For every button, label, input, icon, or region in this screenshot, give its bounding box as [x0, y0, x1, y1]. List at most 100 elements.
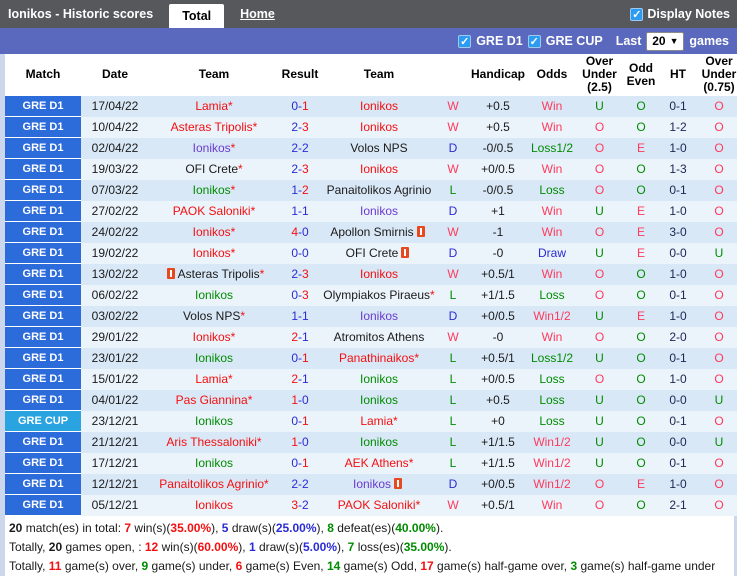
away-team-name[interactable]: Ionikos: [360, 120, 398, 134]
result-letter: L: [449, 456, 457, 471]
table-row: GRE D1 19/03/22 OFI Crete* 2-3 Ionikos W +0/0.…: [5, 158, 737, 181]
gre-cup-checkbox[interactable]: ✓: [527, 34, 541, 48]
table-row: GRE D1 03/02/22 Volos NPS* 1-1 Ionikos D +0/0.…: [5, 305, 737, 328]
home-team-cell: Volos NPS*: [149, 306, 279, 327]
away-team-name[interactable]: Ionikos: [360, 372, 398, 386]
away-team-name[interactable]: OFI Crete: [346, 246, 399, 260]
home-team-name[interactable]: Ionikos: [193, 330, 231, 344]
half-time-score: 0-0: [669, 393, 687, 408]
home-star: *: [238, 162, 243, 177]
home-team-cell: Asteras Tripolis*: [149, 264, 279, 285]
tab-total[interactable]: Total: [169, 4, 225, 28]
odds-result: Win: [541, 162, 563, 177]
display-notes-checkbox[interactable]: ✓: [630, 7, 644, 21]
away-team-name[interactable]: Ionikos: [360, 309, 398, 323]
home-team-cell: Ionikos*: [149, 327, 279, 348]
handicap-value: -1: [492, 225, 504, 240]
competition-badge: GRE CUP: [5, 410, 81, 433]
odd-even: O: [636, 99, 646, 114]
match-date: 05/12/21: [91, 498, 139, 513]
half-time-score: 0-0: [669, 435, 687, 450]
odd-even: E: [636, 477, 645, 492]
home-team-name[interactable]: OFI Crete: [185, 162, 238, 176]
match-date: 29/01/22: [91, 330, 139, 345]
away-team-name[interactable]: AEK Athens: [345, 456, 409, 470]
home-team-name[interactable]: Ionikos: [193, 225, 231, 239]
home-team-name[interactable]: Ionikos: [195, 414, 233, 428]
competition-badge: GRE D1: [5, 452, 81, 475]
home-team-name[interactable]: Ionikos: [193, 183, 231, 197]
home-team-name[interactable]: Ionikos: [193, 141, 231, 155]
away-team-name[interactable]: Atromitos Athens: [334, 330, 425, 344]
home-team-name[interactable]: Asteras Tripolis: [171, 120, 253, 134]
away-team-name[interactable]: Ionikos: [360, 99, 398, 113]
away-team-cell: Lamia*: [321, 411, 437, 432]
home-team-name[interactable]: Lamia: [195, 99, 228, 113]
home-team-name[interactable]: Ionikos: [195, 498, 233, 512]
home-team-name[interactable]: Lamia: [195, 372, 228, 386]
handicap-value: +0: [491, 414, 505, 429]
away-team-name[interactable]: Ionikos: [360, 162, 398, 176]
over-under-075: O: [714, 498, 724, 513]
display-notes-group: ✓ Display Notes: [630, 7, 730, 21]
home-team-name[interactable]: Ionikos: [193, 246, 231, 260]
match-date: 10/04/22: [91, 120, 139, 135]
odd-even: O: [636, 267, 646, 282]
gre-d1-checkbox[interactable]: ✓: [458, 34, 472, 48]
over-under-075: O: [714, 477, 724, 492]
away-team-name[interactable]: Lamia: [360, 414, 393, 428]
home-team-name[interactable]: Aris Thessaloniki: [166, 435, 256, 449]
away-team-name[interactable]: Apollon Smirnis: [330, 225, 413, 239]
odd-even: O: [636, 372, 646, 387]
match-date: 07/03/22: [91, 183, 139, 198]
half-time-score: 1-0: [669, 267, 687, 282]
over-under-075: U: [714, 246, 724, 261]
home-star: *: [230, 141, 236, 156]
tab-home[interactable]: Home: [240, 7, 275, 21]
away-team-name[interactable]: Panaitolikos Agrinio: [327, 183, 432, 197]
last-label: Last: [615, 34, 642, 48]
home-score: 0: [291, 99, 298, 114]
away-team-name[interactable]: Olympiakos Piraeus: [323, 288, 430, 302]
away-team-name[interactable]: Ionikos: [353, 477, 391, 491]
column-header-handicap: Handicap: [469, 54, 527, 96]
away-team-name[interactable]: Volos NPS: [350, 141, 407, 155]
over-under-075: O: [714, 351, 724, 366]
home-star: *: [230, 330, 236, 345]
away-team-cell: Ionikos: [321, 201, 437, 222]
last-games-select[interactable]: 20 ▼: [646, 31, 685, 51]
away-team-name[interactable]: Panathinaikos: [339, 351, 414, 365]
away-score: 1: [302, 351, 309, 366]
home-star: *: [264, 477, 269, 492]
half-time-score: 1-2: [669, 120, 687, 135]
summary-segment: ),: [316, 521, 328, 536]
home-team-name[interactable]: Asteras Tripolis: [178, 267, 260, 281]
away-team-cell: Ionikos: [321, 117, 437, 138]
away-team-name[interactable]: Ionikos: [360, 267, 398, 281]
result-score: 0-0: [279, 243, 321, 264]
home-team-name[interactable]: Panaitolikos Agrinio: [159, 477, 264, 491]
summary-segment: 17: [420, 559, 434, 574]
handicap-value: -0: [492, 246, 504, 261]
result-letter: D: [448, 246, 458, 261]
home-team-name[interactable]: PAOK Saloniki: [173, 204, 251, 218]
home-team-name[interactable]: Pas Giannina: [176, 393, 248, 407]
away-team-name[interactable]: PAOK Saloniki: [338, 498, 416, 512]
column-header-date: Date: [81, 54, 149, 96]
home-team-name[interactable]: Ionikos: [195, 456, 233, 470]
table-row: GRE D1 06/02/22 Ionikos 0-3 Olympiakos Pirae…: [5, 284, 737, 307]
away-team-cell: Ionikos: [321, 432, 437, 453]
handicap-value: -0: [492, 330, 504, 345]
away-team-cell: Olympiakos Piraeus*: [321, 285, 437, 306]
table-row: GRE D1 13/02/22 Asteras Tripolis* 2-3 Ioniko…: [5, 263, 737, 286]
summary-line-1: 20 match(es) in total: 7 win(s)(35.00%),…: [9, 519, 732, 538]
home-team-cell: Ionikos: [149, 348, 279, 369]
home-team-name[interactable]: Ionikos: [195, 351, 233, 365]
away-team-name[interactable]: Ionikos: [360, 204, 398, 218]
home-team-name[interactable]: Volos NPS: [183, 309, 240, 323]
away-team-cell: Volos NPS: [321, 138, 437, 159]
away-team-name[interactable]: Ionikos: [360, 393, 398, 407]
home-team-name[interactable]: Ionikos: [195, 288, 233, 302]
home-team-cell: Pas Giannina*: [149, 390, 279, 411]
away-team-name[interactable]: Ionikos: [360, 435, 398, 449]
